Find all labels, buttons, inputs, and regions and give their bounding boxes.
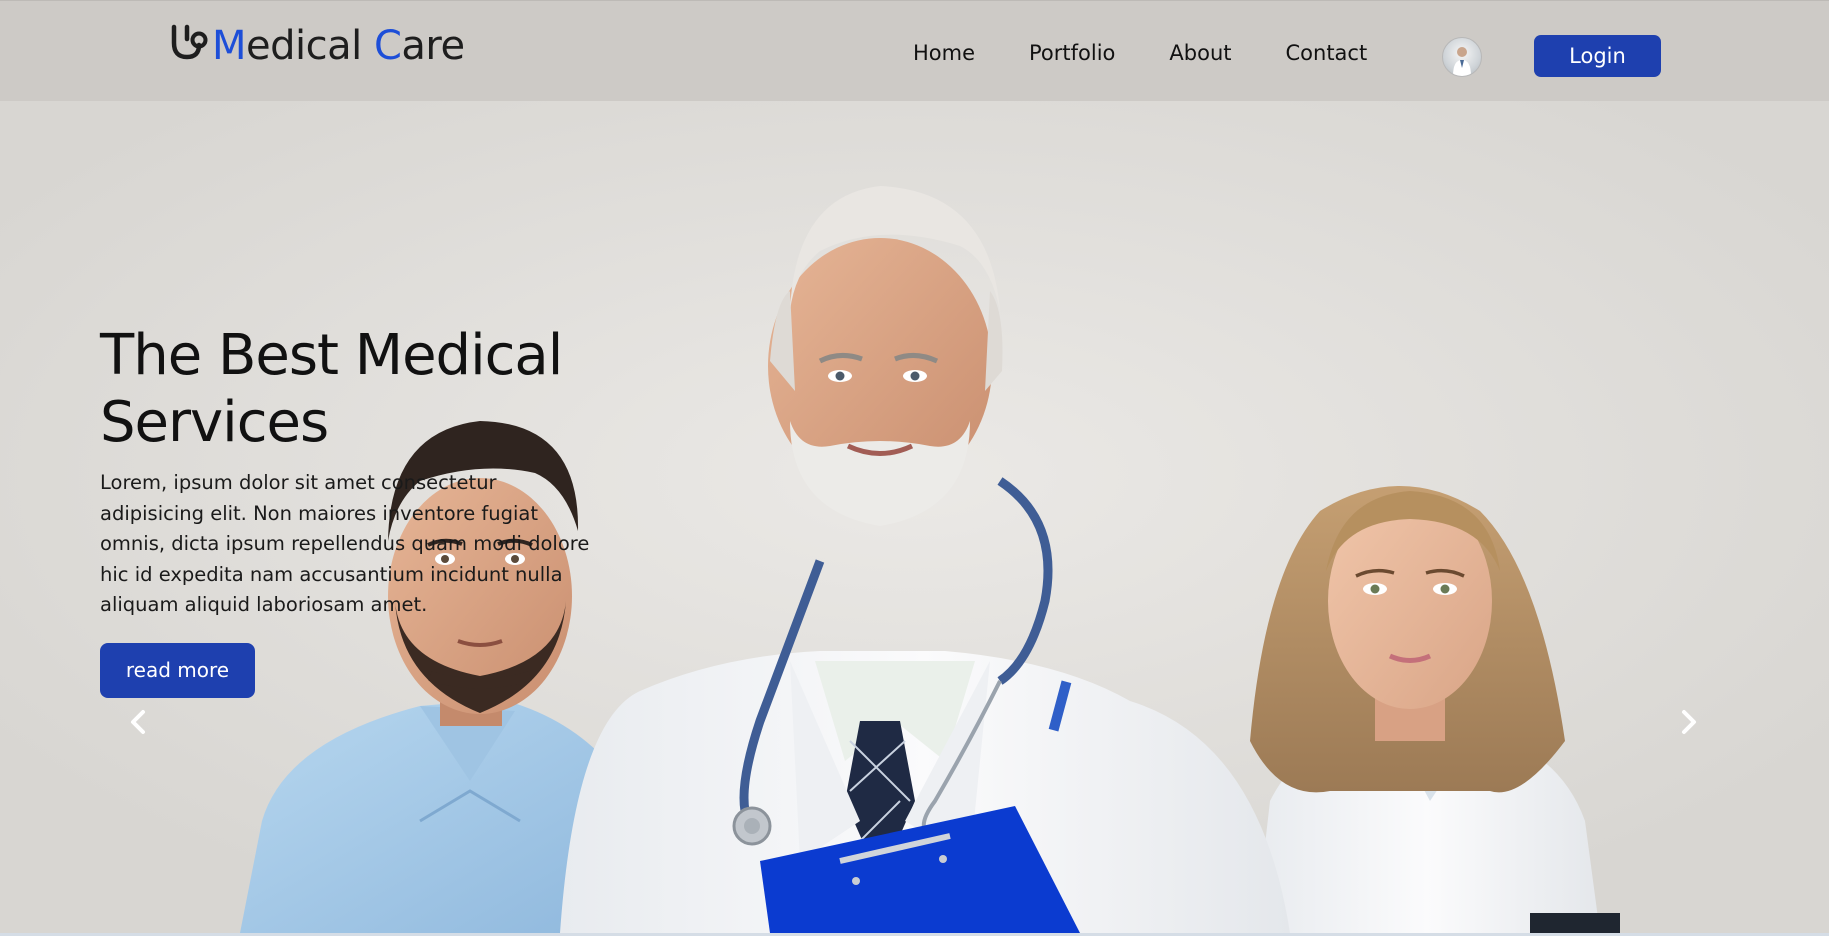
hero-description: Lorem, ipsum dolor sit amet consectetur …: [100, 471, 590, 616]
brand-word-edical: edical: [246, 23, 374, 69]
user-avatar-icon[interactable]: [1442, 37, 1482, 77]
read-more-button[interactable]: read more: [100, 642, 255, 698]
hero-copy: The Best Medical Services Lorem, ipsum d…: [100, 322, 600, 698]
brand-letter-c: C: [373, 23, 402, 69]
chevron-left-icon: [131, 710, 145, 734]
brand-letter-m: M: [212, 23, 247, 69]
carousel-prev-button[interactable]: [122, 704, 152, 740]
chevron-right-icon: [1682, 710, 1696, 734]
hero-title-line1: The Best Medical: [100, 323, 563, 388]
stethoscope-icon: [171, 24, 208, 60]
hero-title-line2: Services: [100, 390, 329, 455]
page: Medical Care Home Portfolio About Contac…: [0, 0, 1829, 936]
nav-link-home[interactable]: Home: [913, 41, 975, 65]
nav-link-portfolio[interactable]: Portfolio: [1029, 41, 1115, 65]
navbar: Medical Care Home Portfolio About Contac…: [0, 0, 1829, 101]
brand-logo[interactable]: Medical Care: [168, 23, 465, 69]
nav-link-about[interactable]: About: [1169, 41, 1231, 65]
brand-word-are: are: [401, 23, 465, 69]
carousel-next-button[interactable]: [1675, 704, 1705, 740]
hero-title: The Best Medical Services: [100, 322, 600, 456]
main-nav: Home Portfolio About Contact: [913, 41, 1421, 65]
nav-link-contact[interactable]: Contact: [1286, 41, 1368, 65]
hero-carousel: The Best Medical Services Lorem, ipsum d…: [0, 101, 1829, 933]
login-button[interactable]: Login: [1534, 35, 1661, 77]
